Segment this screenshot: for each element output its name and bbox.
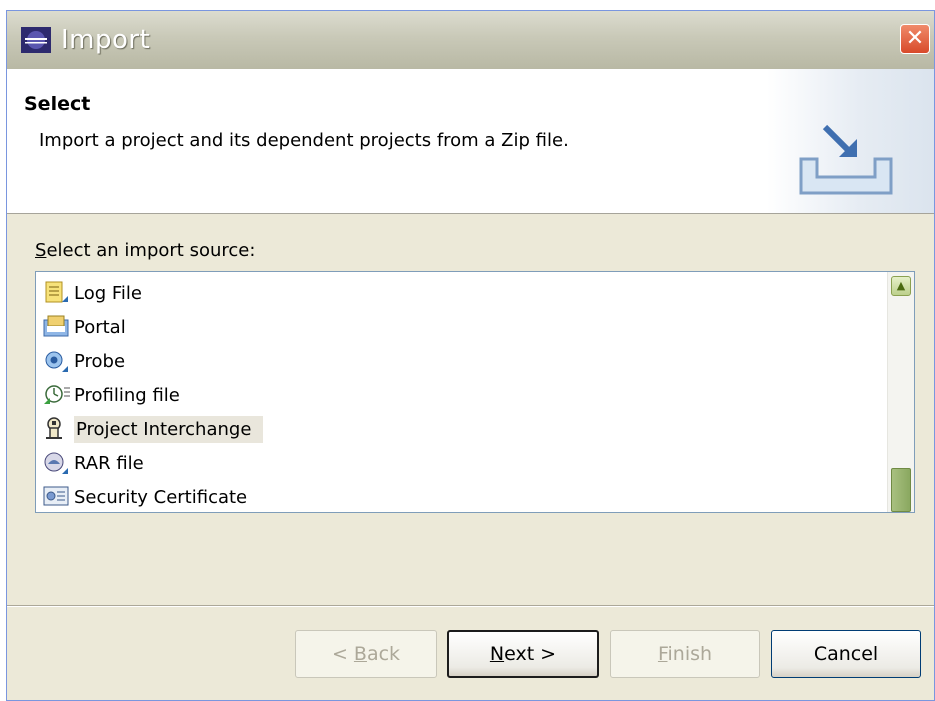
rar-file-icon — [44, 452, 68, 474]
scroll-thumb[interactable] — [891, 468, 911, 512]
window-title: Import — [61, 25, 151, 55]
next-label: ext > — [504, 643, 557, 665]
footer-divider — [7, 605, 934, 607]
list-item-selected[interactable]: Project Interchange — [42, 414, 264, 444]
log-file-icon — [45, 281, 68, 303]
list-item[interactable]: Log File — [42, 278, 142, 308]
next-button[interactable]: Next > — [447, 630, 599, 678]
list-item-label: RAR file — [74, 452, 144, 474]
list-item-label: Probe — [74, 350, 126, 372]
wizard-header: Select Import a project and its dependen… — [7, 69, 934, 214]
list-item-label: Security Certificate — [74, 486, 248, 508]
next-mnemonic: N — [489, 643, 505, 665]
import-source-tree[interactable]: Log File Portal Probe Profiling file Pro… — [35, 271, 915, 513]
list-item[interactable]: Probe — [42, 346, 125, 376]
list-item[interactable]: Security Certificate — [42, 482, 247, 512]
eclipse-app-icon — [21, 27, 51, 53]
label-text: elect an import source: — [46, 240, 256, 261]
title-bar[interactable]: Import ✕ — [7, 11, 934, 70]
back-prefix: < — [331, 643, 354, 665]
list-item-label: Portal — [74, 316, 126, 338]
security-certificate-icon — [43, 486, 69, 506]
vertical-scrollbar[interactable]: ▲ — [887, 272, 914, 512]
import-source-label: Select an import source: — [35, 240, 255, 261]
page-description: Import a project and its dependent proje… — [39, 130, 569, 151]
scroll-up-button[interactable]: ▲ — [891, 276, 911, 296]
list-item-label: Log File — [74, 282, 142, 304]
list-item[interactable]: RAR file — [42, 448, 144, 478]
back-mnemonic: B — [353, 643, 367, 665]
import-dialog: Import ✕ Select Import a project and its… — [6, 10, 935, 701]
probe-icon — [45, 351, 68, 372]
mnemonic-s: S — [35, 240, 47, 261]
finish-button[interactable]: Finish — [610, 630, 760, 678]
list-item[interactable]: Profiling file — [42, 380, 180, 410]
back-label: ack — [366, 643, 401, 665]
list-item-label: Project Interchange — [74, 415, 264, 443]
portal-icon — [43, 315, 69, 337]
page-title: Select — [24, 93, 91, 115]
close-button[interactable]: ✕ — [900, 24, 930, 54]
project-interchange-icon — [46, 417, 62, 439]
import-wizard-icon — [799, 124, 893, 195]
list-item[interactable]: Portal — [42, 312, 126, 342]
profiling-file-icon — [44, 385, 70, 404]
cancel-button[interactable]: Cancel — [771, 630, 921, 678]
finish-label: inish — [667, 643, 713, 665]
back-button[interactable]: < Back — [295, 630, 437, 678]
finish-mnemonic: F — [657, 643, 668, 665]
list-item-label: Profiling file — [74, 384, 180, 406]
